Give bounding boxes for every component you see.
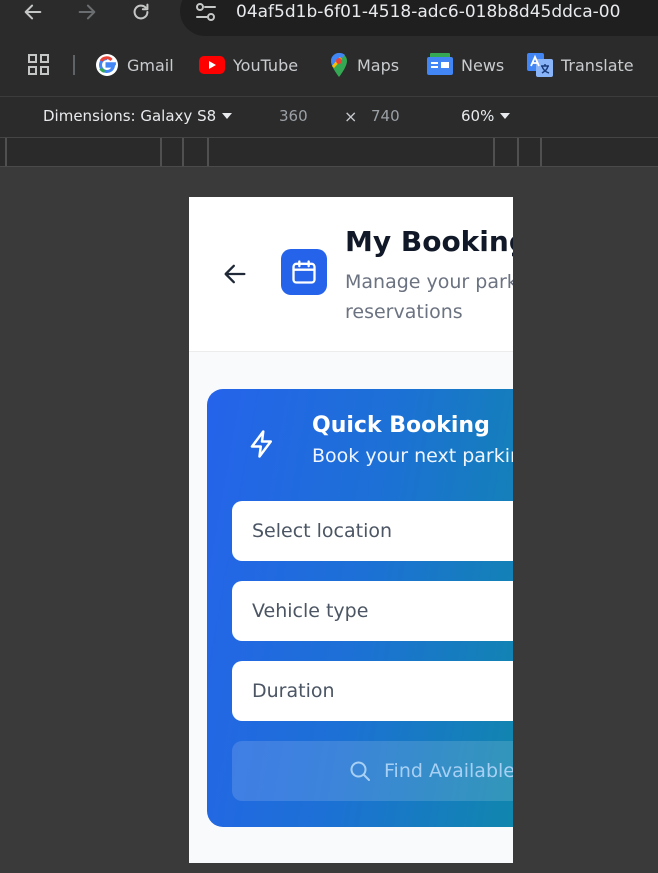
calendar-icon bbox=[292, 260, 316, 284]
find-button-label: Find Available bbox=[384, 760, 513, 782]
lightning-icon-wrapper bbox=[247, 429, 277, 463]
caret-down-icon bbox=[222, 113, 233, 119]
width-input[interactable]: 360 bbox=[279, 107, 308, 125]
ruler-tick bbox=[182, 138, 184, 166]
zoom-label: 60% bbox=[461, 107, 495, 125]
bookmark-gmail[interactable]: Gmail bbox=[95, 51, 174, 79]
maps-pin-icon bbox=[331, 52, 347, 77]
bookmark-label: YouTube bbox=[233, 55, 299, 75]
bookmark-news[interactable]: News bbox=[427, 51, 504, 79]
back-button[interactable] bbox=[221, 260, 249, 292]
ruler-tick bbox=[540, 138, 542, 166]
height-input[interactable]: 740 bbox=[371, 107, 400, 125]
bookmark-label: Gmail bbox=[127, 55, 174, 75]
device-toolbar: Dimensions: Galaxy S8 360 × 740 60% bbox=[0, 97, 658, 138]
quick-booking-title: Quick Booking bbox=[312, 413, 490, 438]
location-placeholder: Select location bbox=[252, 520, 393, 542]
ruler-tick bbox=[517, 138, 519, 166]
ruler-tick bbox=[5, 138, 7, 166]
bookmarks-divider bbox=[73, 55, 75, 75]
bookmark-label: Translate bbox=[561, 55, 634, 75]
find-available-button[interactable]: Find Available bbox=[232, 741, 513, 801]
caret-down-icon bbox=[500, 113, 511, 119]
dimension-separator: × bbox=[344, 107, 358, 126]
vehicle-placeholder: Vehicle type bbox=[252, 600, 369, 622]
page-title: My Bookings bbox=[345, 225, 513, 258]
ruler-tick bbox=[493, 138, 495, 166]
search-icon bbox=[350, 761, 370, 781]
zoom-select[interactable]: 60% bbox=[461, 107, 511, 125]
duration-select[interactable]: Duration bbox=[232, 661, 513, 721]
arrow-right-icon bbox=[78, 4, 96, 20]
ruler-tick bbox=[160, 138, 162, 166]
bookmark-label: Maps bbox=[357, 55, 400, 75]
site-info-button[interactable] bbox=[195, 2, 217, 26]
page-subtitle: Manage your parking reservations bbox=[345, 271, 513, 323]
bookmark-label: News bbox=[461, 55, 505, 75]
ruler-tick bbox=[207, 138, 209, 166]
location-select[interactable]: Select location bbox=[232, 501, 513, 561]
bookmark-translate[interactable]: Translate bbox=[527, 51, 634, 79]
news-logo-icon bbox=[427, 53, 453, 75]
quick-booking-subtitle: Book your next parking bbox=[312, 445, 513, 467]
find-button-content: Find Available bbox=[348, 741, 513, 801]
tune-icon bbox=[196, 3, 216, 21]
device-label: Dimensions: Galaxy S8 bbox=[43, 107, 217, 125]
translate-logo-icon bbox=[527, 53, 553, 77]
lightning-icon bbox=[250, 430, 272, 458]
bookmark-youtube[interactable]: YouTube bbox=[199, 51, 298, 79]
back-button[interactable] bbox=[16, 0, 50, 24]
device-viewport: My Bookings Manage your parking reservat… bbox=[189, 197, 513, 863]
bookmark-maps[interactable]: Maps bbox=[329, 51, 399, 79]
app-header: My Bookings Manage your parking reservat… bbox=[189, 197, 513, 352]
url-text[interactable]: 04af5d1b-6f01-4518-adc6-018b8d45ddca-00 bbox=[236, 0, 620, 24]
google-logo-icon bbox=[96, 54, 118, 76]
browser-toolbar: 04af5d1b-6f01-4518-adc6-018b8d45ddca-00 bbox=[0, 0, 658, 44]
reload-button[interactable] bbox=[124, 0, 158, 24]
arrow-left-icon bbox=[224, 264, 246, 284]
reload-icon bbox=[133, 3, 149, 20]
quick-booking-card: Quick Booking Book your next parking Sel… bbox=[207, 389, 513, 827]
vehicle-type-select[interactable]: Vehicle type bbox=[232, 581, 513, 641]
bookmarks-bar: Gmail YouTube Maps News Translate bbox=[0, 44, 658, 97]
calendar-badge bbox=[281, 249, 327, 295]
device-select[interactable]: Dimensions: Galaxy S8 bbox=[43, 107, 233, 125]
media-query-ruler[interactable] bbox=[0, 138, 658, 167]
youtube-logo-icon bbox=[199, 56, 225, 74]
duration-placeholder: Duration bbox=[252, 680, 335, 702]
apps-grid-icon bbox=[28, 54, 49, 75]
arrow-left-icon bbox=[24, 4, 42, 20]
apps-button[interactable] bbox=[28, 54, 50, 80]
forward-button[interactable] bbox=[70, 0, 104, 24]
